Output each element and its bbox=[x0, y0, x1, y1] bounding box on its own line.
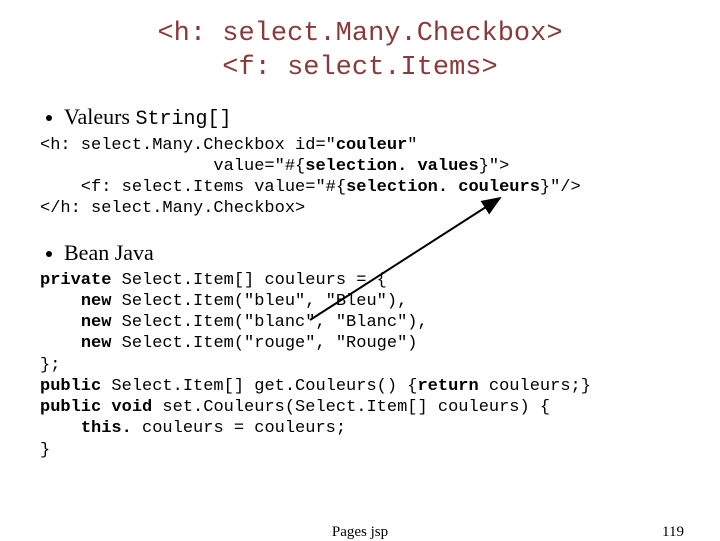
c2l2b: new bbox=[81, 292, 112, 311]
c1l1b: couleur bbox=[336, 136, 407, 155]
c2l3a bbox=[40, 313, 81, 332]
c1l2b: selection. values bbox=[305, 157, 478, 176]
c2l6a: public bbox=[40, 377, 101, 396]
page-number: 119 bbox=[662, 524, 684, 541]
c2l8b: this. bbox=[81, 419, 132, 438]
title-line-2: <f: select.Items> bbox=[222, 53, 497, 83]
bullet2-text: Bean Java bbox=[64, 240, 154, 265]
c2l6b: Select.Item[] get.Couleurs() { bbox=[101, 377, 417, 396]
bullet-valeurs: Valeurs String[] bbox=[46, 104, 682, 131]
c2l7d: set.Couleurs(Select.Item[] couleurs) { bbox=[152, 398, 550, 417]
c2l8c: couleurs = couleurs; bbox=[132, 419, 346, 438]
c2l6d: couleurs;} bbox=[479, 377, 591, 396]
bullet1-text: Valeurs bbox=[64, 104, 135, 129]
c1l3b: selection. couleurs bbox=[346, 178, 540, 197]
c1l3c: }"/> bbox=[540, 178, 581, 197]
c1l1a: <h: select.Many.Checkbox id=" bbox=[40, 136, 336, 155]
c2l2a bbox=[40, 292, 81, 311]
title-line-1: <h: select.Many.Checkbox> bbox=[157, 19, 562, 49]
slide-title: <h: select.Many.Checkbox> <f: select.Ite… bbox=[38, 18, 682, 86]
c1l2a: value="#{ bbox=[40, 157, 305, 176]
c2l4b: new bbox=[81, 334, 112, 353]
c2l7a: public bbox=[40, 398, 101, 417]
c2l4a bbox=[40, 334, 81, 353]
c2l1b: Select.Item[] couleurs = { bbox=[111, 271, 386, 290]
c2l4c: Select.Item("rouge", "Rouge") bbox=[111, 334, 417, 353]
bullet-dot-icon bbox=[46, 115, 52, 121]
c2l9: } bbox=[40, 441, 50, 460]
c1l2c: }"> bbox=[479, 157, 510, 176]
bullet1-code: String[] bbox=[135, 108, 231, 131]
c2l7b bbox=[101, 398, 111, 417]
c1l1c: " bbox=[407, 136, 417, 155]
c2l8a bbox=[40, 419, 81, 438]
c2l1a: private bbox=[40, 271, 111, 290]
c2l3b: new bbox=[81, 313, 112, 332]
code-block-java: private Select.Item[] couleurs = { new S… bbox=[40, 270, 682, 461]
c2l5: }; bbox=[40, 356, 60, 375]
c2l7c: void bbox=[111, 398, 152, 417]
c2l2c: Select.Item("bleu", "Bleu"), bbox=[111, 292, 407, 311]
bullet-bean: Bean Java bbox=[46, 240, 682, 266]
code-block-xml: <h: select.Many.Checkbox id="couleur" va… bbox=[40, 135, 682, 220]
c1l4: </h: select.Many.Checkbox> bbox=[40, 199, 305, 218]
c2l6c: return bbox=[417, 377, 478, 396]
bullet-dot-icon bbox=[46, 251, 52, 257]
c2l3c: Select.Item("blanc", "Blanc"), bbox=[111, 313, 427, 332]
footer-label: Pages jsp bbox=[332, 524, 388, 541]
c1l3a: <f: select.Items value="#{ bbox=[40, 178, 346, 197]
